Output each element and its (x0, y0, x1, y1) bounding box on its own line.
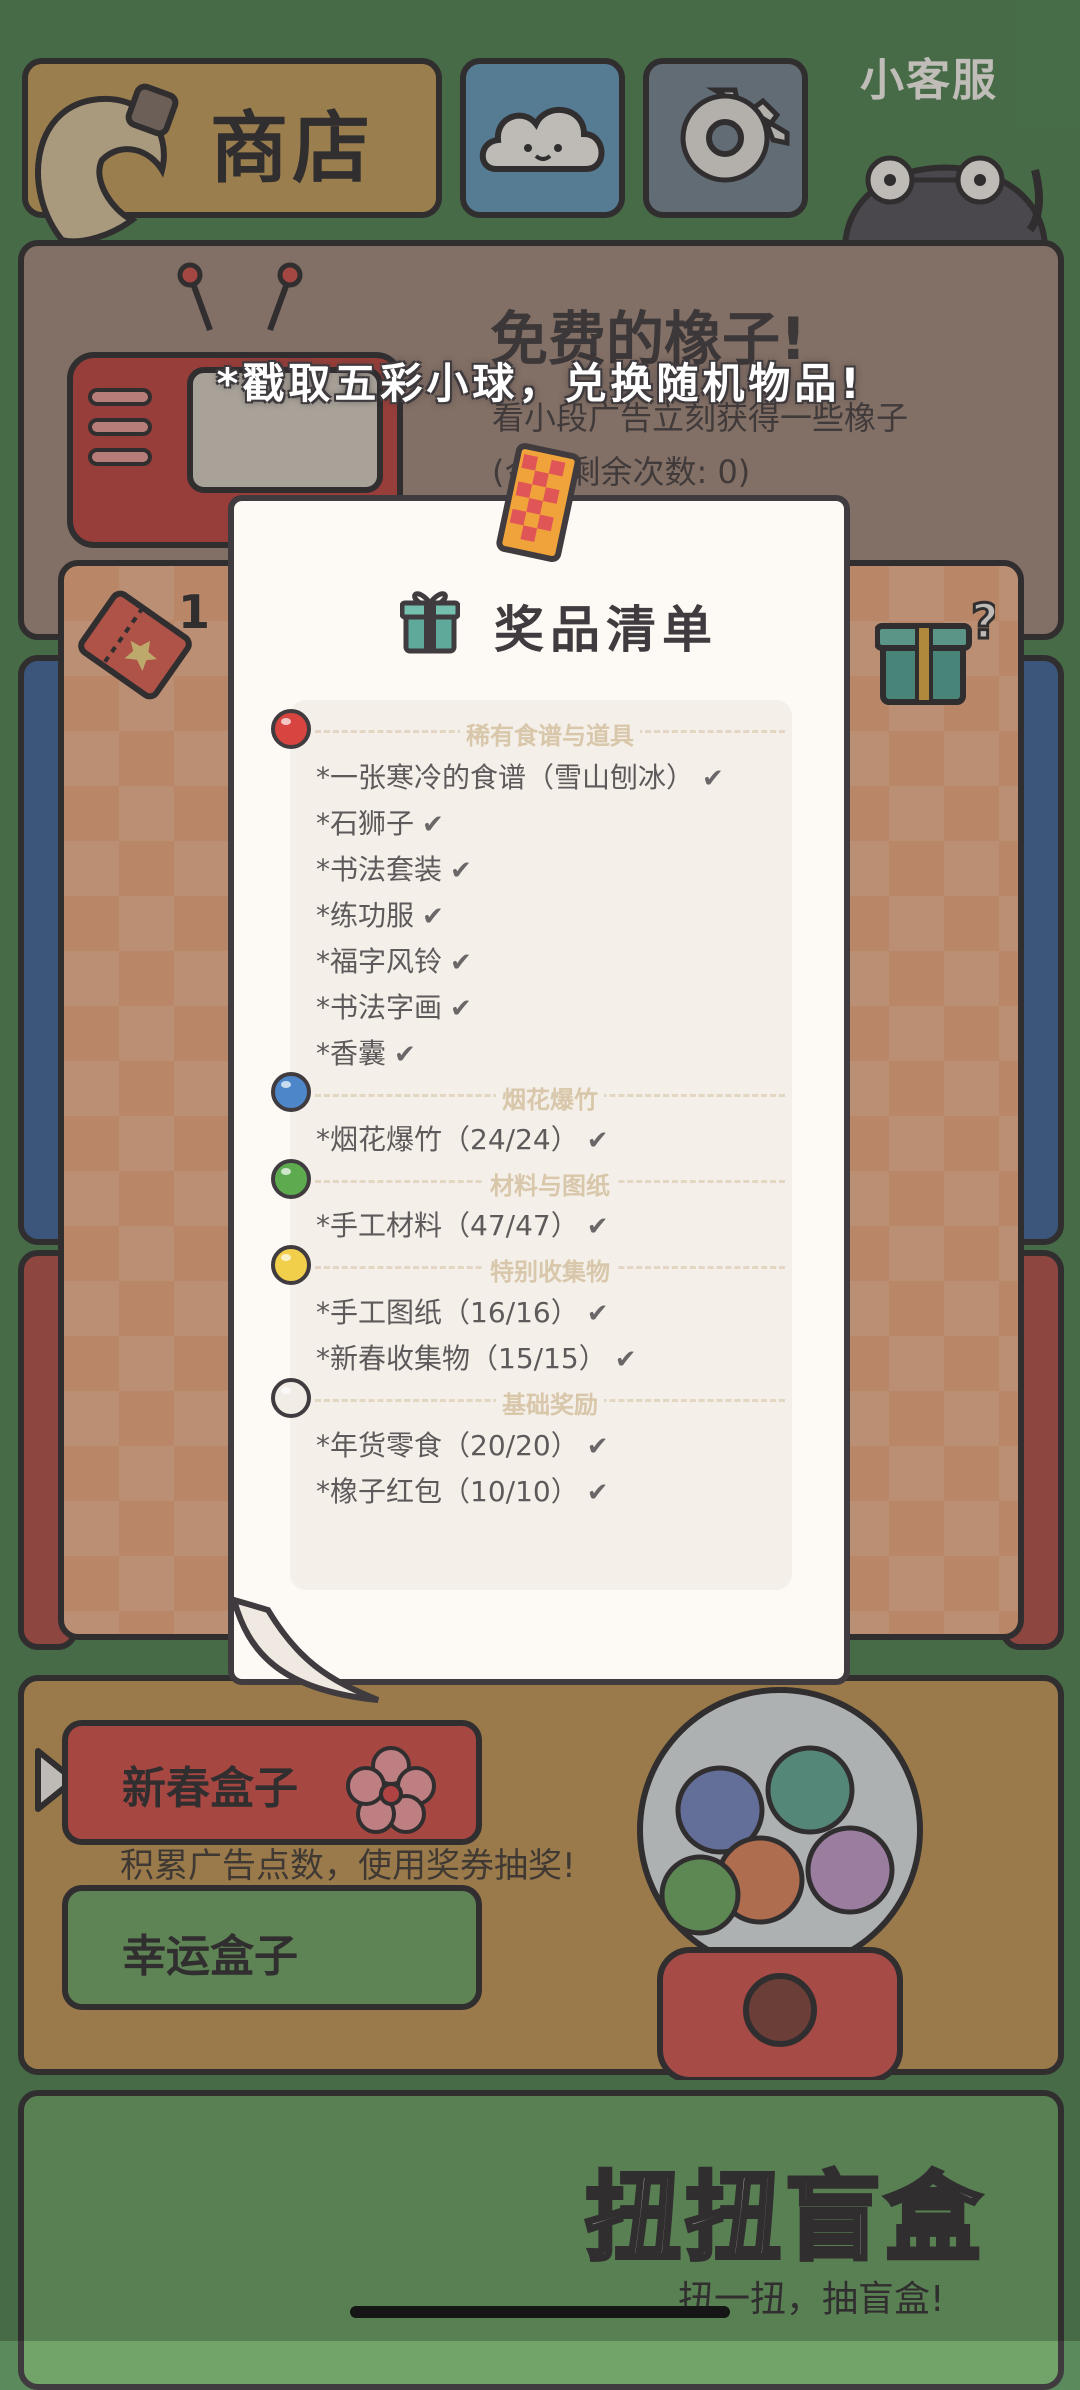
check-icon: ✔ (394, 1040, 416, 1070)
prize-list-title: 奖品清单 (494, 601, 718, 659)
section-label: 烟花爆竹 (496, 1086, 604, 1114)
list-item: *橡子红包（10/10） ✔ (316, 1475, 609, 1508)
check-icon: ✔ (586, 1478, 609, 1508)
home-indicator[interactable] (350, 2306, 730, 2318)
section-header: 烟花爆竹 (315, 1080, 785, 1114)
list-item: *书法套装 ✔ (316, 853, 472, 886)
check-icon: ✔ (586, 1432, 609, 1462)
check-icon: ✔ (450, 856, 472, 886)
check-icon: ✔ (586, 1212, 609, 1242)
check-icon: ✔ (450, 948, 472, 978)
list-item: *香囊 ✔ (316, 1037, 416, 1070)
exchange-banner: *戳取五彩小球，兑换随机物品! (216, 359, 864, 408)
list-item: *福字风铃 ✔ (316, 945, 472, 978)
check-icon: ✔ (450, 994, 472, 1024)
list-item: *年货零食（20/20） ✔ (316, 1429, 609, 1462)
check-icon: ✔ (586, 1126, 609, 1156)
white-ball-icon (271, 1378, 311, 1418)
paper-curl-icon (229, 1595, 380, 1703)
list-item: *手工图纸（16/16） ✔ (316, 1296, 609, 1329)
gift-icon (400, 591, 460, 654)
check-icon: ✔ (422, 902, 444, 932)
section-header: 特别收集物 (315, 1252, 785, 1286)
list-item: *一张寒冷的食谱（雪山刨冰） ✔ (316, 761, 724, 794)
section-label: 材料与图纸 (484, 1172, 616, 1200)
check-icon: ✔ (614, 1345, 637, 1375)
section-header: 稀有食谱与道具 (315, 716, 785, 750)
check-icon: ✔ (702, 764, 724, 794)
red-ball-icon (271, 709, 311, 749)
checkered-tag-icon (496, 443, 581, 563)
green-ball-icon (271, 1159, 311, 1199)
blue-ball-icon (271, 1072, 311, 1112)
list-item: *书法字画 ✔ (316, 991, 472, 1024)
section-label: 特别收集物 (484, 1258, 616, 1286)
list-item: *石狮子 ✔ (316, 807, 444, 840)
section-header: 材料与图纸 (315, 1166, 785, 1200)
list-item: *手工材料（47/47） ✔ (316, 1209, 609, 1242)
section-label: 基础奖励 (496, 1391, 604, 1419)
check-icon: ✔ (422, 810, 444, 840)
check-icon: ✔ (586, 1299, 609, 1329)
list-item: *烟花爆竹（24/24） ✔ (316, 1123, 609, 1156)
yellow-ball-icon (271, 1245, 311, 1285)
list-item: *新春收集物（15/15） ✔ (316, 1342, 637, 1375)
list-item: *练功服 ✔ (316, 899, 444, 932)
section-header: 基础奖励 (315, 1385, 785, 1419)
section-label: 稀有食谱与道具 (460, 722, 640, 750)
